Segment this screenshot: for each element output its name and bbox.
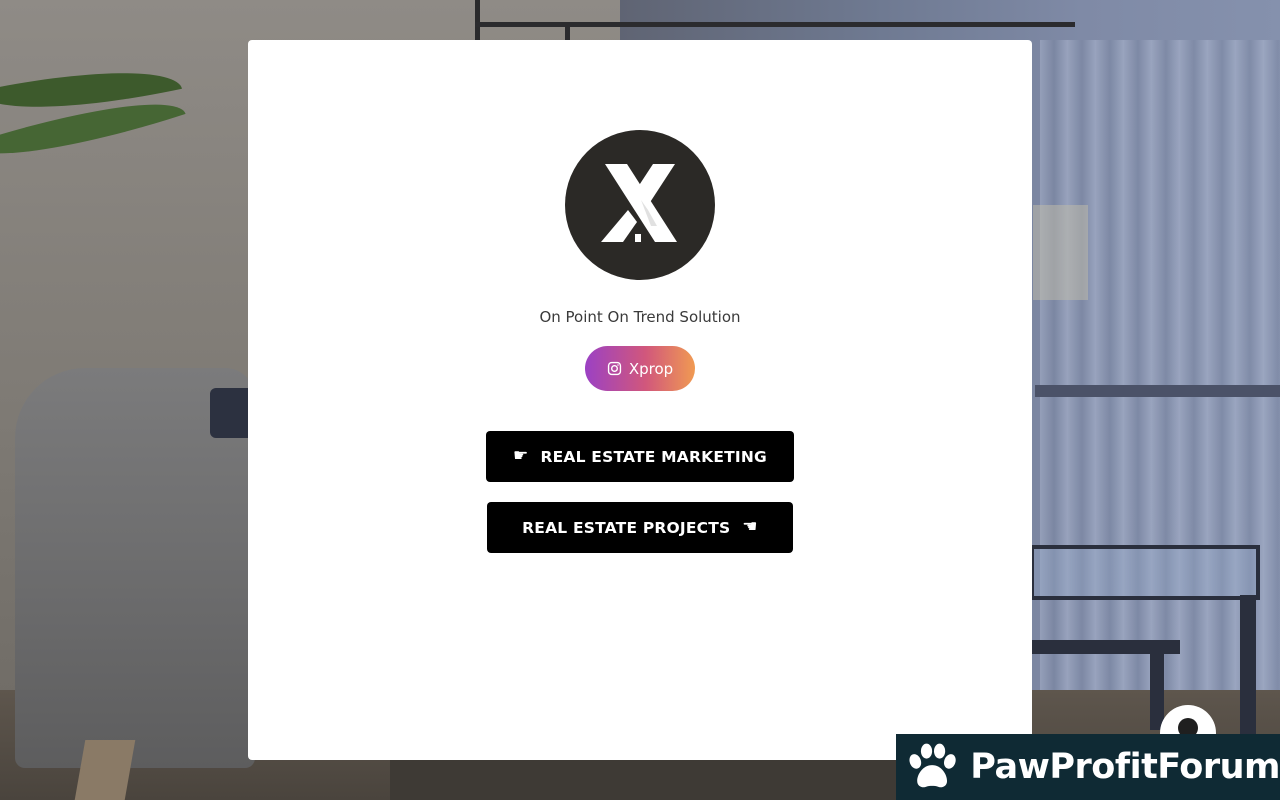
background-lamp (1033, 205, 1088, 300)
instagram-button-label: Xprop (628, 359, 674, 378)
watermark-text: PawProfitForum (970, 747, 1280, 787)
background-window-sill (1035, 385, 1280, 397)
hand-pointing-left-icon: ☛ (742, 517, 758, 537)
instagram-button[interactable]: Xprop (585, 346, 695, 391)
background-sofa-leg (74, 740, 136, 800)
background-glass-table (1030, 545, 1260, 600)
background-table-rail (1030, 640, 1180, 654)
profile-tagline: On Point On Trend Solution (539, 308, 741, 326)
profile-card: On Point On Trend Solution Xprop ☛ REAL … (248, 40, 1032, 760)
profile-avatar (565, 130, 715, 280)
paw-icon (909, 743, 956, 788)
xprop-logo-icon (601, 164, 677, 242)
instagram-icon (607, 361, 622, 376)
real-estate-projects-button[interactable]: REAL ESTATE PROJECTS ☛ (487, 502, 793, 553)
watermark-banner: PawProfitForum (896, 734, 1280, 800)
real-estate-projects-label: REAL ESTATE PROJECTS (522, 518, 731, 537)
hand-pointing-right-icon: ☛ (513, 446, 529, 466)
background-table-leg (1240, 595, 1256, 735)
real-estate-marketing-label: REAL ESTATE MARKETING (540, 447, 767, 466)
real-estate-marketing-button[interactable]: ☛ REAL ESTATE MARKETING (486, 431, 794, 482)
